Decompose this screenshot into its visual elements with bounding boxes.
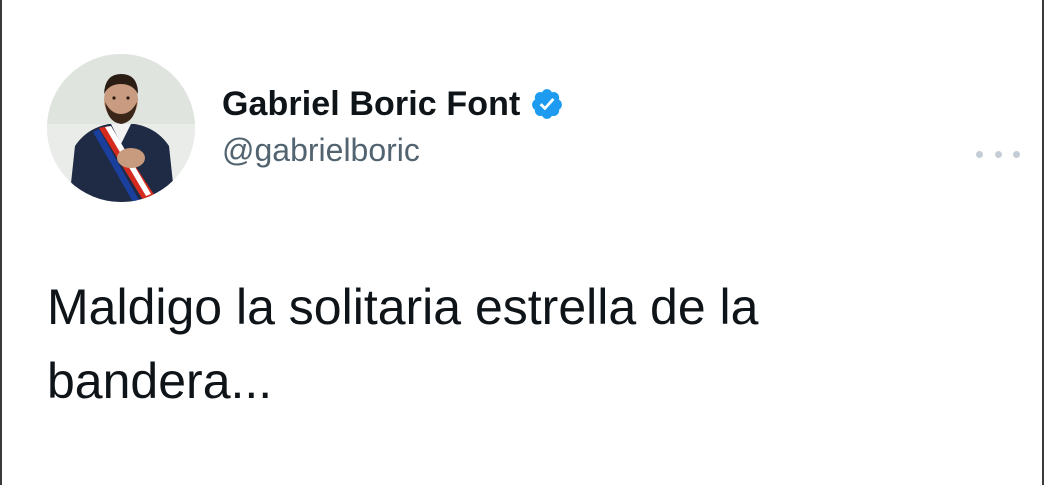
display-name[interactable]: Gabriel Boric Font (222, 85, 520, 124)
avatar-photo (47, 54, 195, 202)
more-dot (994, 150, 1002, 158)
tweet-card: Gabriel Boric Font @gabrielboric Maldigo… (0, 0, 1044, 485)
author-info: Gabriel Boric Font @gabrielboric (222, 82, 564, 169)
more-options-icon[interactable] (976, 144, 1020, 164)
tweet-text: Maldigo la solitaria estrella de la band… (47, 279, 759, 409)
display-name-row: Gabriel Boric Font (222, 82, 564, 126)
avatar[interactable] (47, 54, 195, 202)
tweet-header: Gabriel Boric Font @gabrielboric (47, 54, 1042, 204)
verified-badge-icon (530, 87, 564, 121)
more-dot (976, 150, 983, 158)
more-dot (1013, 150, 1020, 158)
handle[interactable]: @gabrielboric (222, 132, 564, 169)
